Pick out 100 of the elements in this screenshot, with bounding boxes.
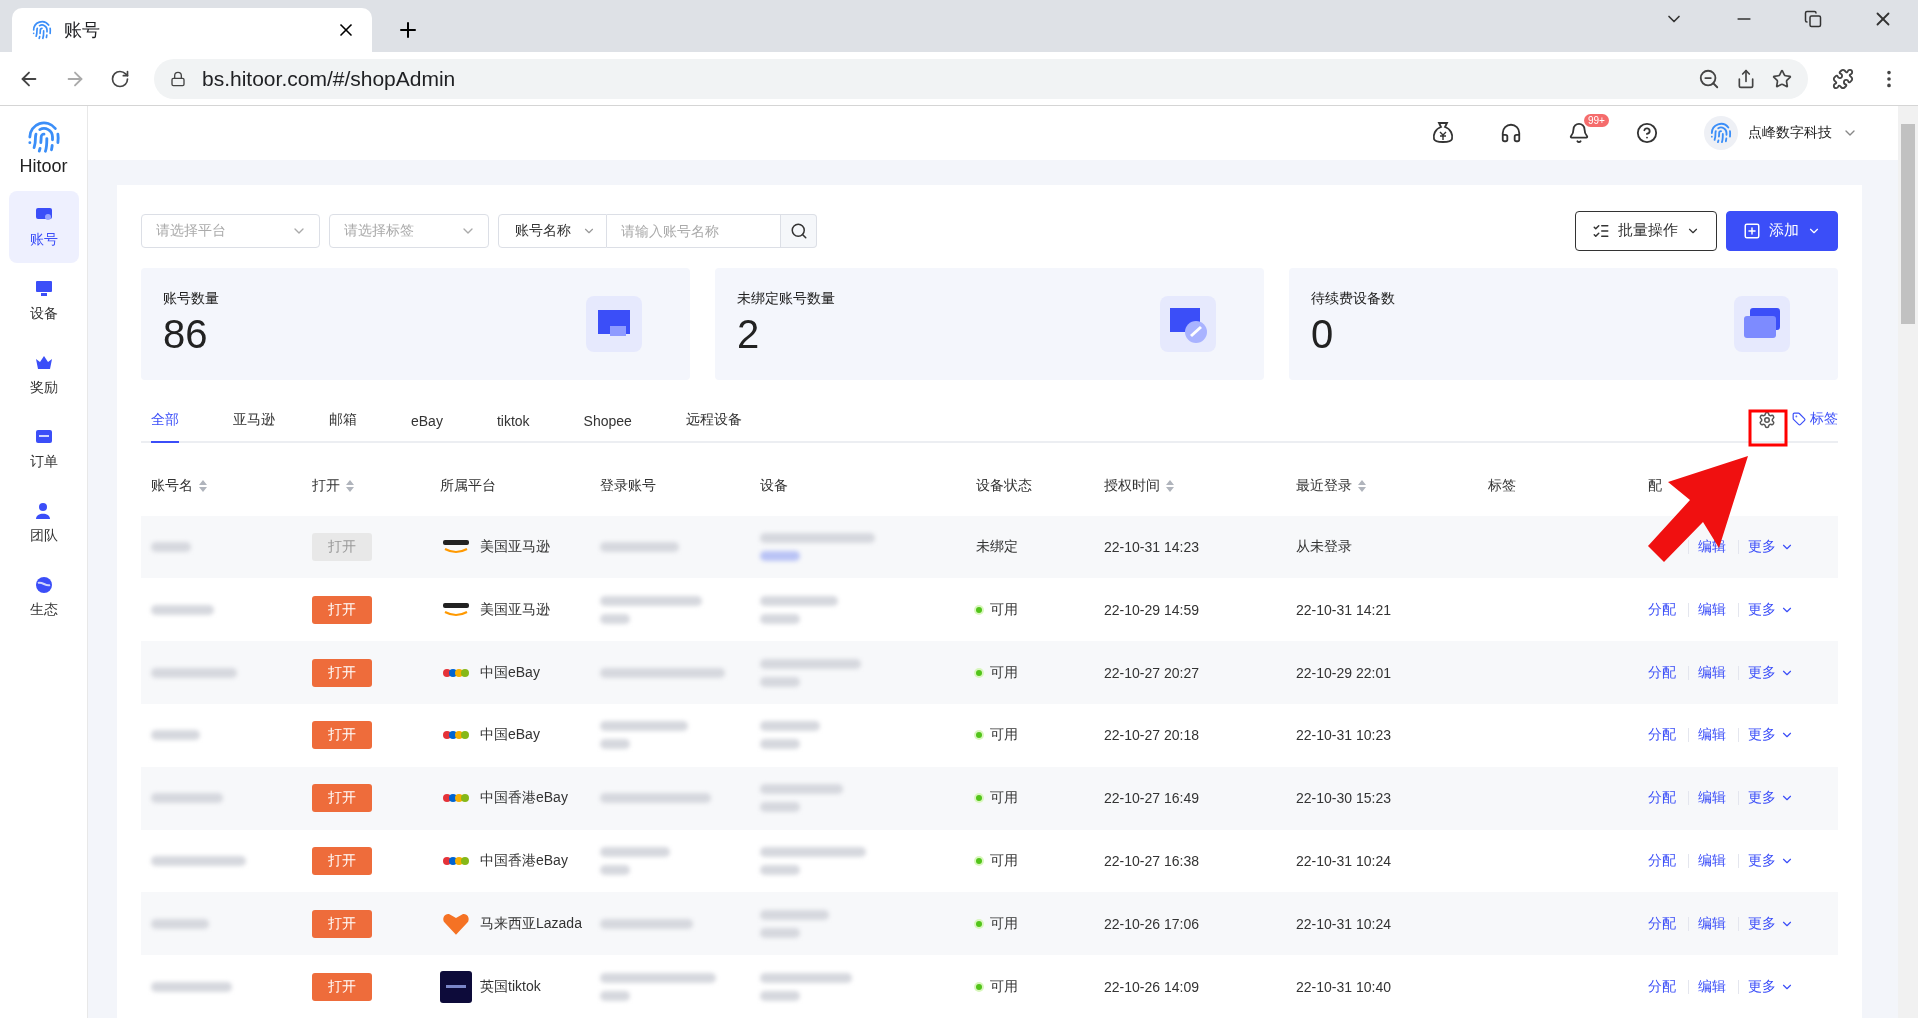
- plus-square-icon: [1743, 221, 1761, 240]
- assign-link[interactable]: 分配: [1648, 726, 1678, 745]
- logo-text: Hitoor: [19, 156, 68, 177]
- table-cell-text: 22-10-31 10:23: [1295, 727, 1392, 744]
- star-icon[interactable]: [1772, 68, 1792, 89]
- assign-link[interactable]: 分配: [1648, 852, 1678, 870]
- tab[interactable]: 邮箱: [329, 410, 357, 443]
- open-button[interactable]: 打开: [312, 595, 372, 624]
- status-dot: [976, 606, 982, 613]
- help-icon[interactable]: [1636, 122, 1658, 144]
- edit-link[interactable]: 编辑: [1698, 852, 1728, 870]
- batch-button[interactable]: 批量操作: [1575, 210, 1717, 251]
- status-dot: [976, 920, 982, 927]
- shop-icon: [586, 295, 642, 352]
- add-button[interactable]: 添加: [1726, 210, 1838, 251]
- share-icon[interactable]: [1736, 68, 1756, 89]
- table-cell-text: 22-10-27 16:38: [1103, 853, 1200, 869]
- blurred-text: [600, 847, 670, 857]
- sidebar-item[interactable]: 设备: [8, 265, 79, 337]
- zoom-out-icon[interactable]: [1698, 67, 1720, 90]
- user-menu[interactable]: 点峰数字科技: [1704, 116, 1858, 150]
- table-cell: 可用: [990, 977, 1018, 996]
- address-bar[interactable]: bs.hitoor.com/#/shopAdmin: [154, 58, 1808, 99]
- more-link[interactable]: 更多: [1748, 663, 1808, 682]
- table-cell: 未绑定: [976, 537, 1018, 556]
- more-link[interactable]: 更多: [1748, 789, 1808, 808]
- sidebar-item[interactable]: 订单: [8, 413, 79, 485]
- table-cell-text: 从未登录: [1295, 537, 1353, 556]
- restore-icon[interactable]: [1804, 10, 1822, 28]
- search-by-select[interactable]: 账号名称: [498, 213, 607, 248]
- extensions-icon[interactable]: [1832, 67, 1854, 90]
- money-bag-icon[interactable]: [1432, 121, 1454, 145]
- tab[interactable]: eBay: [411, 412, 443, 443]
- tab[interactable]: tiktok: [496, 412, 530, 443]
- highlight-box: [1748, 409, 1788, 447]
- avatar: [1710, 122, 1732, 144]
- status-dot: [976, 858, 982, 864]
- assign-link[interactable]: 分配: [1648, 789, 1678, 808]
- headset-icon[interactable]: [1500, 122, 1522, 144]
- open-button[interactable]: 打开: [312, 909, 372, 938]
- open-button[interactable]: 打开: [312, 658, 372, 687]
- platform-logo: [443, 857, 469, 865]
- stat-label: 账号数量: [163, 290, 219, 309]
- sidebar-item[interactable]: 奖励: [8, 339, 79, 411]
- table-cell: 可用: [990, 726, 1018, 745]
- table-cell-text: 22-10-29 22:01: [1295, 664, 1392, 681]
- platform-logo: [443, 668, 469, 677]
- more-link[interactable]: 更多: [1748, 914, 1808, 933]
- blurred-text: [151, 604, 214, 615]
- tab[interactable]: 全部: [151, 410, 179, 443]
- table-cell-text: 22-10-31 10:24: [1295, 915, 1392, 932]
- tab[interactable]: 远程设备: [685, 410, 742, 443]
- assign-link[interactable]: 分配: [1648, 977, 1678, 996]
- search-button[interactable]: [781, 213, 817, 248]
- card-icon: [1734, 295, 1790, 352]
- more-link[interactable]: 更多: [1748, 852, 1808, 870]
- bell-icon[interactable]: [1568, 122, 1590, 144]
- more-link[interactable]: 更多: [1748, 600, 1808, 619]
- blurred-text: [600, 613, 630, 624]
- more-link[interactable]: 更多: [1748, 537, 1808, 556]
- platform-logo: [443, 794, 469, 803]
- table-cell-text: 22-10-31 10:24: [1295, 853, 1392, 869]
- table-cell: 中国eBay: [480, 663, 540, 682]
- open-button[interactable]: 打开: [312, 784, 372, 813]
- table-cell-text: 22-10-26 14:09: [1103, 978, 1200, 995]
- scrollbar[interactable]: [1898, 106, 1918, 1018]
- open-button[interactable]: 打开: [312, 972, 372, 1001]
- table-cell: 美国亚马逊: [480, 537, 550, 556]
- browser-tab[interactable]: 账号: [12, 8, 372, 52]
- sidebar-item[interactable]: 账号: [8, 191, 79, 263]
- tab[interactable]: Shopee: [583, 412, 632, 443]
- edit-link[interactable]: 编辑: [1698, 663, 1728, 682]
- edit-link[interactable]: 编辑: [1698, 726, 1728, 745]
- platform-logo: [442, 912, 470, 935]
- table-cell-text: 22-10-29 14:59: [1103, 601, 1200, 618]
- table-cell: 可用: [990, 600, 1018, 619]
- platform-logo: [443, 731, 469, 740]
- sidebar-item[interactable]: 生态: [8, 561, 79, 633]
- reload-icon[interactable]: [110, 68, 130, 89]
- tag-link[interactable]: 标签: [1792, 409, 1838, 428]
- table-cell: 马来西亚Lazada: [480, 914, 582, 933]
- assign-link[interactable]: 分配: [1648, 914, 1678, 933]
- blurred-text: [600, 990, 630, 1001]
- edit-link[interactable]: 编辑: [1698, 789, 1728, 808]
- table-cell: 可用: [990, 789, 1018, 808]
- edit-link[interactable]: 编辑: [1698, 977, 1728, 996]
- table-cell-text: 22-10-26 17:06: [1103, 915, 1200, 932]
- column-header: 配: [1648, 477, 1662, 496]
- blurred-text: [760, 739, 800, 750]
- edit-link[interactable]: 编辑: [1698, 600, 1728, 619]
- sidebar-item[interactable]: 团队: [8, 487, 79, 559]
- search-field[interactable]: 请输入账号名称: [607, 213, 781, 248]
- more-link[interactable]: 更多: [1748, 977, 1808, 996]
- open-button[interactable]: 打开: [312, 721, 372, 750]
- assign-link[interactable]: 分配: [1648, 663, 1678, 682]
- open-button[interactable]: 打开: [312, 847, 372, 875]
- more-link[interactable]: 更多: [1748, 726, 1808, 745]
- tab[interactable]: 亚马逊: [233, 410, 275, 443]
- assign-link[interactable]: 分配: [1648, 600, 1678, 619]
- edit-link[interactable]: 编辑: [1698, 914, 1728, 933]
